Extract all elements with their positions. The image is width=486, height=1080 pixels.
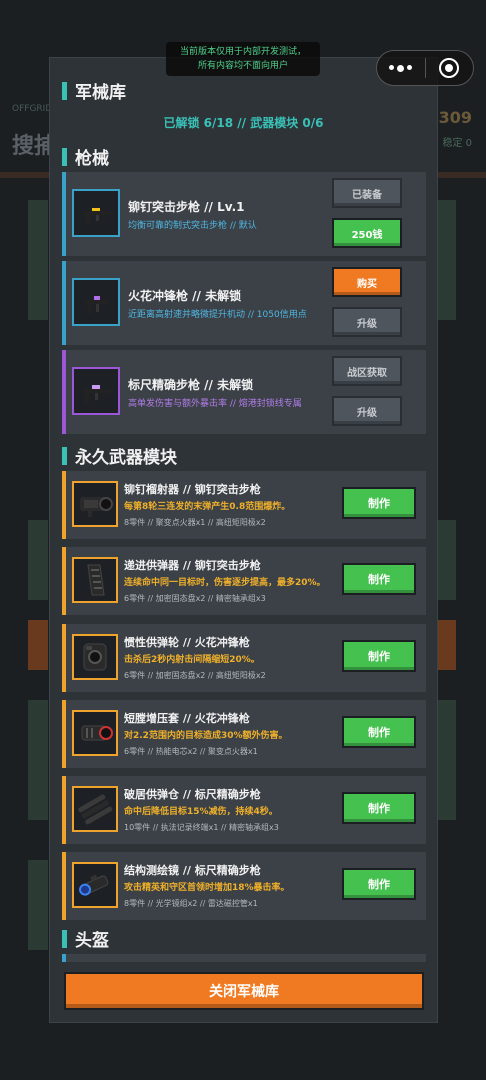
guns-section-title: 枪械 (75, 149, 109, 169)
close-miniprogram-button[interactable] (426, 51, 474, 85)
weapon-row-spark-smg: 火花冲锋枪 // 未解锁 近距离高射速并略微提升机动 // 1050信用点 购买… (62, 261, 426, 345)
modules-section-title: 永久武器模块 (75, 448, 177, 468)
dev-notice: 当前版本仅用于内部开发测试， 所有内容均不面向用户 (166, 42, 320, 76)
equipped-button[interactable]: 已装备 (332, 178, 402, 208)
module-title: 短膛增压套 // 火花冲锋枪 (124, 712, 250, 725)
craft-button[interactable]: 制作 (342, 868, 416, 900)
header-accent-bar (62, 147, 67, 166)
background-panel (28, 620, 48, 670)
module-cost: 6零件 // 热能电芯x2 // 聚变点火器x1 (124, 747, 258, 756)
module-effect: 攻击精英和守区首领时增加18%暴击率。 (124, 883, 290, 893)
module-row: 铆钉榴射器 // 铆钉突击步枪 每第8轮三连发的末弹产生0.8范围爆炸。 8零件… (62, 471, 426, 539)
craft-button[interactable]: 制作 (342, 792, 416, 824)
helmet-row-peek (62, 954, 426, 962)
unlock-status: 已解锁 6/18 // 武器模块 0/6 (163, 116, 324, 130)
craft-button[interactable]: 制作 (342, 716, 416, 748)
mini-program-capsule (376, 50, 474, 86)
booster-sleeve-module-icon (72, 710, 118, 756)
helmet-section-title: 头盔 (75, 931, 109, 951)
background-panel (438, 700, 456, 820)
dev-notice-line: 当前版本仅用于内部开发测试， (179, 47, 306, 57)
module-cost: 8零件 // 聚变点火器x1 // 高纽矩阳极x2 (124, 518, 266, 527)
helmet-section-header: 头盔 (62, 926, 109, 951)
module-title: 破居供弹仓 // 标尺精确步枪 (124, 788, 261, 801)
module-effect: 击杀后2秒内射击间隔缩短20%。 (124, 655, 260, 665)
more-dots-icon (389, 64, 413, 72)
weapon-name: 火花冲锋枪 // 未解锁 (128, 289, 242, 303)
warzone-acquire-button[interactable]: 战区获取 (332, 356, 402, 386)
weapon-name: 标尺精确步枪 // 未解锁 (128, 378, 254, 392)
guns-section-header: 枪械 (62, 144, 109, 169)
magazine-module-icon (72, 557, 118, 603)
module-cost: 8零件 // 光学镜组x2 // 雷达磁控管x1 (124, 899, 258, 908)
weapon-name: 铆钉突击步枪 // Lv.1 (128, 200, 245, 214)
module-title: 结构测绘镜 // 标尺精确步枪 (124, 864, 261, 877)
armory-title: 军械库 (75, 83, 126, 103)
header-accent-bar (62, 446, 67, 465)
header-accent-bar (62, 929, 67, 948)
scope-module-icon (72, 862, 118, 908)
feed-wheel-module-icon (72, 634, 118, 680)
smg-icon (72, 278, 120, 326)
background-number: 309 (438, 108, 472, 127)
background-panel (438, 200, 456, 320)
more-menu-button[interactable] (377, 51, 425, 85)
weapon-desc: 均衡可靠的制式突击步枪 // 默认 (128, 221, 257, 231)
module-title: 铆钉榴射器 // 铆钉突击步枪 (124, 483, 261, 496)
background-panel (438, 620, 456, 670)
upgrade-button[interactable]: 升级 (332, 307, 402, 337)
modules-section-header: 永久武器模块 (62, 443, 177, 468)
upgrade-cost-button[interactable]: 250钱 (332, 218, 402, 248)
module-effect: 对2.2范围内的目标造成30%额外伤害。 (124, 731, 288, 741)
armory-scroll-area[interactable]: 军械库 已解锁 6/18 // 武器模块 0/6 枪械 铆钉突击步枪 // Lv… (50, 58, 437, 1022)
module-row: 短膛增压套 // 火花冲锋枪 对2.2范围内的目标造成30%额外伤害。 6零件 … (62, 700, 426, 768)
background-panel (438, 520, 456, 600)
weapon-desc: 近距离高射速并略微提升机动 // 1050信用点 (128, 310, 307, 320)
background-panel (28, 860, 48, 950)
background-panel (28, 700, 48, 820)
armory-modal: 军械库 已解锁 6/18 // 武器模块 0/6 枪械 铆钉突击步枪 // Lv… (49, 57, 438, 1023)
craft-button[interactable]: 制作 (342, 563, 416, 595)
dev-notice-line: 所有内容均不面向用户 (197, 61, 288, 71)
module-cost: 10零件 // 执法记录终端x1 // 精密轴承组x3 (124, 823, 279, 832)
craft-button[interactable]: 制作 (342, 640, 416, 672)
ammo-chamber-module-icon (72, 786, 118, 832)
background-label: OFFGRID (12, 104, 53, 114)
craft-button[interactable]: 制作 (342, 487, 416, 519)
module-effect: 连续命中同一目标时，伤害逐步提高，最多20%。 (124, 578, 326, 588)
module-row: 结构测绘镜 // 标尺精确步枪 攻击精英和守区首领时增加18%暴击率。 8零件 … (62, 852, 426, 920)
module-cost: 6零件 // 加密固态盘x2 // 精密轴承组x3 (124, 594, 266, 603)
marksman-rifle-icon (72, 367, 120, 415)
target-icon (439, 58, 460, 78)
module-effect: 每第8轮三连发的末弹产生0.8范围爆炸。 (124, 502, 291, 512)
module-title: 递进供弹器 // 铆钉突击步枪 (124, 559, 261, 572)
weapon-row-rivet-rifle: 铆钉突击步枪 // Lv.1 均衡可靠的制式突击步枪 // 默认 已装备 250… (62, 172, 426, 256)
module-cost: 6零件 // 加密固态盘x2 // 高纽矩阳极x2 (124, 671, 266, 680)
module-row: 惯性供弹轮 // 火花冲锋枪 击杀后2秒内射击间隔缩短20%。 6零件 // 加… (62, 624, 426, 692)
background-panel (28, 520, 48, 600)
weapon-desc: 高单发伤害与额外暴击率 // 熔港封锁线专属 (128, 399, 302, 409)
upgrade-button[interactable]: 升级 (332, 396, 402, 426)
background-panel (28, 200, 48, 320)
module-title: 惯性供弹轮 // 火花冲锋枪 (124, 636, 250, 649)
close-armory-button[interactable]: 关闭军械库 (64, 972, 424, 1010)
module-effect: 命中后降低目标15%减伤，持续4秒。 (124, 807, 278, 817)
grenade-launcher-module-icon (72, 481, 118, 527)
module-row: 破居供弹仓 // 标尺精确步枪 命中后降低目标15%减伤，持续4秒。 10零件 … (62, 776, 426, 844)
header-accent-bar (62, 81, 67, 100)
armory-header: 军械库 (62, 78, 126, 103)
background-sub: 稳定 0 (442, 138, 472, 149)
rifle-icon (72, 189, 120, 237)
buy-button[interactable]: 购买 (332, 267, 402, 297)
module-row: 递进供弹器 // 铆钉突击步枪 连续命中同一目标时，伤害逐步提高，最多20%。 … (62, 547, 426, 615)
weapon-row-marksman-rifle: 标尺精确步枪 // 未解锁 高单发伤害与额外暴击率 // 熔港封锁线专属 战区获… (62, 350, 426, 434)
